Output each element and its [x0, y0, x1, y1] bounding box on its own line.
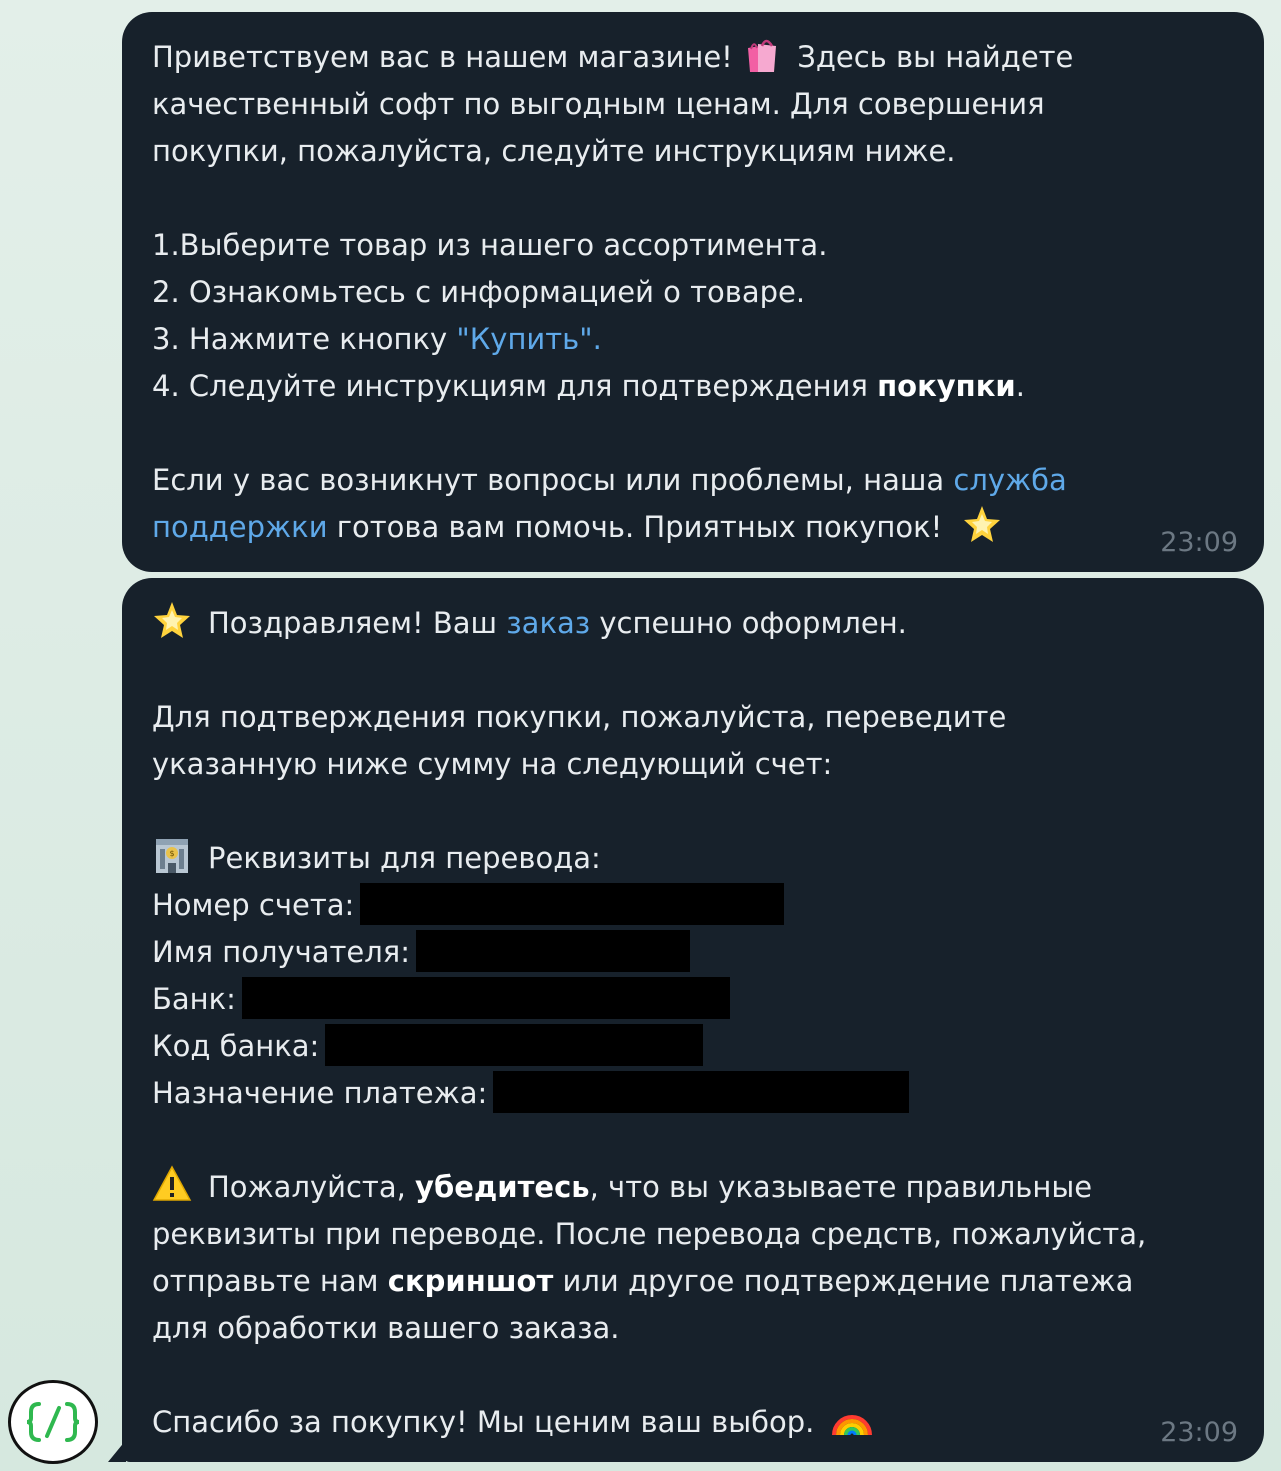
screenshot-bold: скриншот: [387, 1264, 554, 1298]
redacted-bank-code: [325, 1024, 704, 1066]
warning-line-3: отправьте нам скриншот или другое подтве…: [152, 1258, 1234, 1305]
step-3: 3. Нажмите кнопку "Купить".: [152, 316, 1234, 363]
step-4-end: .: [1015, 369, 1025, 403]
message-time: 23:09: [1160, 1417, 1238, 1448]
purpose-row: Назначение платежа:: [152, 1070, 1234, 1117]
bank-code-row: Код банка:: [152, 1023, 1234, 1070]
redacted-account-number: [360, 883, 785, 925]
bank-icon: $: [152, 835, 192, 875]
svg-text:$: $: [169, 849, 174, 858]
support-line-1: Если у вас возникнут вопросы или проблем…: [152, 457, 1234, 504]
text-line: Приветствуем вас в нашем магазине! Здесь…: [152, 34, 1234, 81]
step-4: 4. Следуйте инструкциям для подтверждени…: [152, 363, 1234, 410]
text-line: указанную ниже сумму на следующий счет:: [152, 747, 833, 781]
account-row: Номер счета:: [152, 882, 1234, 929]
shopping-bags-icon: [742, 34, 782, 74]
thanks-text: Спасибо за покупку! Мы ценим ваш выбор.: [152, 1405, 815, 1439]
thanks-line: Спасибо за покупку! Мы ценим ваш выбор.: [152, 1399, 1234, 1446]
details-title: Реквизиты для перевода:: [208, 841, 601, 875]
support-link-2[interactable]: поддержки: [152, 510, 328, 544]
support-link[interactable]: служба: [953, 463, 1066, 497]
warning-icon: [152, 1164, 192, 1204]
code-braces-icon: [8, 1380, 98, 1464]
message-bubble-welcome[interactable]: Приветствуем вас в нашем магазине! Здесь…: [122, 12, 1264, 572]
glowing-star-icon: [152, 600, 192, 640]
text-line: покупки, пожалуйста, следуйте инструкция…: [152, 134, 956, 168]
redacted-bank-name: [241, 977, 730, 1019]
warning-line-1: Пожалуйста, убедитесь, что вы указываете…: [152, 1164, 1234, 1211]
account-label: Номер счета:: [152, 888, 355, 922]
order-link[interactable]: заказ: [506, 606, 590, 640]
bank-label: Банк:: [152, 982, 236, 1016]
rainbow-icon: [831, 1399, 872, 1439]
congrats-text: Поздравляем! Ваш: [208, 606, 507, 640]
redacted-payment-purpose: [493, 1071, 910, 1113]
warning-bold: убедитесь: [415, 1170, 590, 1204]
recipient-row: Имя получателя:: [152, 929, 1234, 976]
buy-link[interactable]: "Купить".: [456, 322, 601, 356]
text-line: Для подтверждения покупки, пожалуйста, п…: [152, 700, 1007, 734]
warning-text: Пожалуйста,: [208, 1170, 416, 1204]
step-3-text: 3. Нажмите кнопку: [152, 322, 457, 356]
warning-line-2: реквизиты при переводе. После перевода с…: [152, 1217, 1147, 1251]
welcome-text-2: Здесь вы найдете: [797, 40, 1074, 74]
message-time: 23:09: [1160, 527, 1238, 558]
text-line: качественный софт по выгодным ценам. Для…: [152, 87, 1045, 121]
message-bubble-order[interactable]: Поздравляем! Ваш заказ успешно оформлен.…: [122, 578, 1264, 1462]
step-1: 1.Выберите товар из нашего ассортимента.: [152, 228, 828, 262]
glowing-star-icon: [962, 504, 1002, 544]
support-text: Если у вас возникнут вопросы или проблем…: [152, 463, 954, 497]
step-4-bold: покупки: [877, 369, 1016, 403]
bank-row: Банк:: [152, 976, 1234, 1023]
support-text-2: готова вам помочь. Приятных покупок!: [327, 510, 943, 544]
support-line-2: поддержки готова вам помочь. Приятных по…: [152, 504, 1234, 551]
details-title-line: $ Реквизиты для перевода:: [152, 835, 1234, 882]
redacted-recipient-name: [416, 930, 691, 972]
congrats-line: Поздравляем! Ваш заказ успешно оформлен.: [152, 600, 1234, 647]
chat-area: Приветствуем вас в нашем магазине! Здесь…: [0, 0, 1281, 1471]
warning-line-4: для обработки вашего заказа.: [152, 1311, 620, 1345]
warning-text-3: отправьте нам: [152, 1264, 388, 1298]
recipient-label: Имя получателя:: [152, 935, 411, 969]
purpose-label: Назначение платежа:: [152, 1076, 488, 1110]
bank-code-label: Код банка:: [152, 1029, 320, 1063]
step-4-text: 4. Следуйте инструкциям для подтверждени…: [152, 369, 878, 403]
bubble-tail: [108, 1440, 126, 1462]
welcome-text: Приветствуем вас в нашем магазине!: [152, 40, 733, 74]
step-2: 2. Ознакомьтесь с информацией о товаре.: [152, 275, 806, 309]
warning-text-2: , что вы указываете правильные: [589, 1170, 1093, 1204]
warning-text-4: или другое подтверждение платежа: [553, 1264, 1134, 1298]
congrats-text-2: успешно оформлен.: [590, 606, 907, 640]
